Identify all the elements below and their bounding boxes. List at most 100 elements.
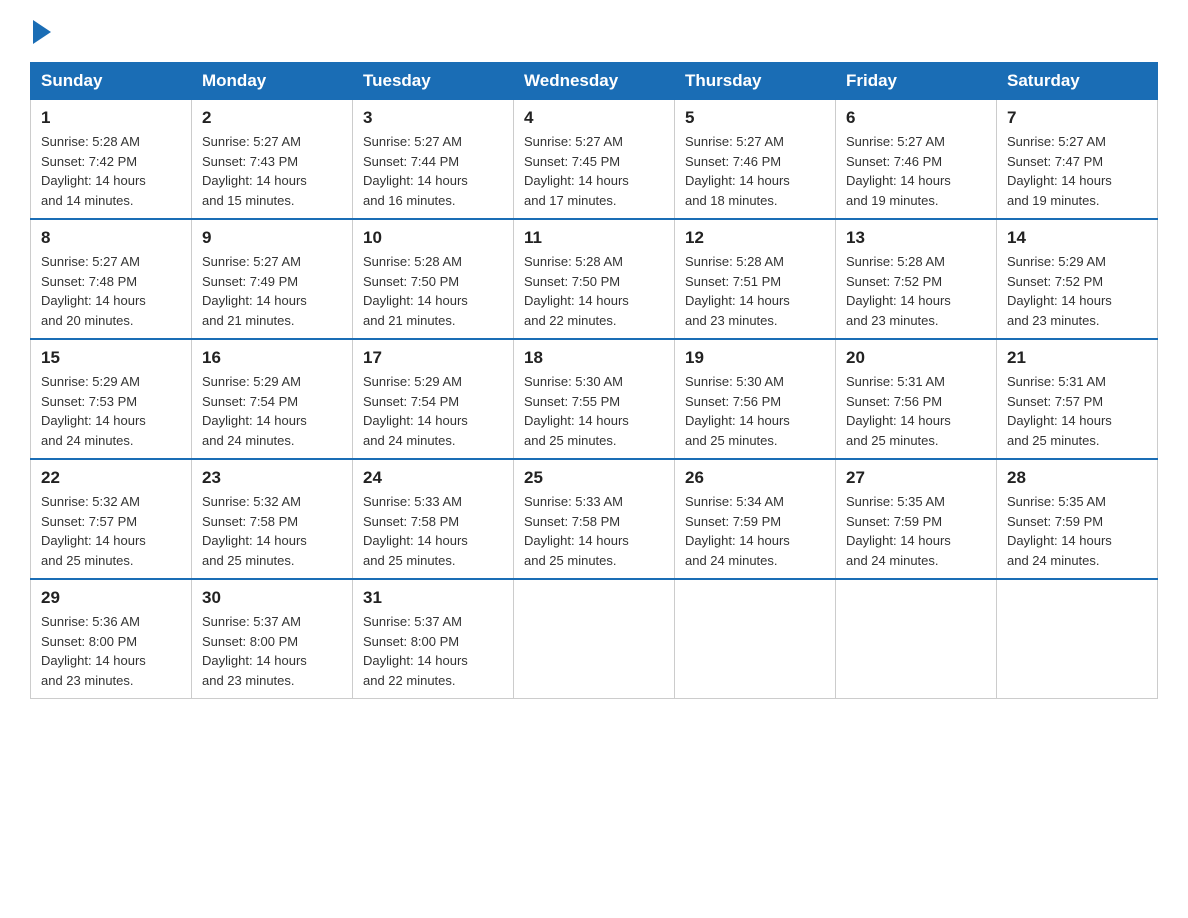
day-info: Sunrise: 5:27 AMSunset: 7:47 PMDaylight:… [1007, 134, 1112, 208]
calendar-cell [997, 579, 1158, 699]
day-info: Sunrise: 5:27 AMSunset: 7:48 PMDaylight:… [41, 254, 146, 328]
weekday-header-saturday: Saturday [997, 63, 1158, 100]
calendar-cell [836, 579, 997, 699]
calendar-cell: 2 Sunrise: 5:27 AMSunset: 7:43 PMDayligh… [192, 100, 353, 220]
day-info: Sunrise: 5:37 AMSunset: 8:00 PMDaylight:… [363, 614, 468, 688]
calendar-cell [675, 579, 836, 699]
day-number: 4 [524, 108, 664, 128]
calendar-cell: 31 Sunrise: 5:37 AMSunset: 8:00 PMDaylig… [353, 579, 514, 699]
weekday-header-tuesday: Tuesday [353, 63, 514, 100]
calendar-cell [514, 579, 675, 699]
day-number: 15 [41, 348, 181, 368]
calendar-week-row: 29 Sunrise: 5:36 AMSunset: 8:00 PMDaylig… [31, 579, 1158, 699]
weekday-header-wednesday: Wednesday [514, 63, 675, 100]
calendar-cell: 25 Sunrise: 5:33 AMSunset: 7:58 PMDaylig… [514, 459, 675, 579]
day-number: 9 [202, 228, 342, 248]
day-number: 16 [202, 348, 342, 368]
calendar-week-row: 15 Sunrise: 5:29 AMSunset: 7:53 PMDaylig… [31, 339, 1158, 459]
day-number: 7 [1007, 108, 1147, 128]
calendar-cell: 9 Sunrise: 5:27 AMSunset: 7:49 PMDayligh… [192, 219, 353, 339]
calendar-cell: 12 Sunrise: 5:28 AMSunset: 7:51 PMDaylig… [675, 219, 836, 339]
day-info: Sunrise: 5:35 AMSunset: 7:59 PMDaylight:… [1007, 494, 1112, 568]
logo [30, 20, 51, 44]
day-info: Sunrise: 5:35 AMSunset: 7:59 PMDaylight:… [846, 494, 951, 568]
calendar-cell: 28 Sunrise: 5:35 AMSunset: 7:59 PMDaylig… [997, 459, 1158, 579]
day-number: 3 [363, 108, 503, 128]
day-info: Sunrise: 5:27 AMSunset: 7:44 PMDaylight:… [363, 134, 468, 208]
calendar-cell: 7 Sunrise: 5:27 AMSunset: 7:47 PMDayligh… [997, 100, 1158, 220]
weekday-header-thursday: Thursday [675, 63, 836, 100]
day-info: Sunrise: 5:32 AMSunset: 7:58 PMDaylight:… [202, 494, 307, 568]
weekday-header-row: SundayMondayTuesdayWednesdayThursdayFrid… [31, 63, 1158, 100]
day-number: 8 [41, 228, 181, 248]
calendar-week-row: 1 Sunrise: 5:28 AMSunset: 7:42 PMDayligh… [31, 100, 1158, 220]
day-info: Sunrise: 5:28 AMSunset: 7:52 PMDaylight:… [846, 254, 951, 328]
day-number: 10 [363, 228, 503, 248]
day-info: Sunrise: 5:27 AMSunset: 7:46 PMDaylight:… [846, 134, 951, 208]
day-number: 20 [846, 348, 986, 368]
day-number: 17 [363, 348, 503, 368]
weekday-header-friday: Friday [836, 63, 997, 100]
day-info: Sunrise: 5:31 AMSunset: 7:57 PMDaylight:… [1007, 374, 1112, 448]
day-number: 25 [524, 468, 664, 488]
day-number: 18 [524, 348, 664, 368]
page-header [30, 20, 1158, 44]
day-number: 19 [685, 348, 825, 368]
calendar-cell: 6 Sunrise: 5:27 AMSunset: 7:46 PMDayligh… [836, 100, 997, 220]
day-info: Sunrise: 5:27 AMSunset: 7:43 PMDaylight:… [202, 134, 307, 208]
day-number: 30 [202, 588, 342, 608]
day-info: Sunrise: 5:27 AMSunset: 7:49 PMDaylight:… [202, 254, 307, 328]
day-info: Sunrise: 5:29 AMSunset: 7:54 PMDaylight:… [202, 374, 307, 448]
calendar-cell: 24 Sunrise: 5:33 AMSunset: 7:58 PMDaylig… [353, 459, 514, 579]
calendar-cell: 22 Sunrise: 5:32 AMSunset: 7:57 PMDaylig… [31, 459, 192, 579]
calendar-week-row: 8 Sunrise: 5:27 AMSunset: 7:48 PMDayligh… [31, 219, 1158, 339]
calendar-cell: 23 Sunrise: 5:32 AMSunset: 7:58 PMDaylig… [192, 459, 353, 579]
calendar-cell: 29 Sunrise: 5:36 AMSunset: 8:00 PMDaylig… [31, 579, 192, 699]
weekday-header-monday: Monday [192, 63, 353, 100]
day-info: Sunrise: 5:37 AMSunset: 8:00 PMDaylight:… [202, 614, 307, 688]
calendar-cell: 21 Sunrise: 5:31 AMSunset: 7:57 PMDaylig… [997, 339, 1158, 459]
day-number: 23 [202, 468, 342, 488]
day-number: 13 [846, 228, 986, 248]
calendar-cell: 10 Sunrise: 5:28 AMSunset: 7:50 PMDaylig… [353, 219, 514, 339]
calendar-cell: 4 Sunrise: 5:27 AMSunset: 7:45 PMDayligh… [514, 100, 675, 220]
calendar-cell: 11 Sunrise: 5:28 AMSunset: 7:50 PMDaylig… [514, 219, 675, 339]
day-info: Sunrise: 5:32 AMSunset: 7:57 PMDaylight:… [41, 494, 146, 568]
calendar-cell: 5 Sunrise: 5:27 AMSunset: 7:46 PMDayligh… [675, 100, 836, 220]
day-number: 29 [41, 588, 181, 608]
day-number: 22 [41, 468, 181, 488]
day-number: 1 [41, 108, 181, 128]
calendar-week-row: 22 Sunrise: 5:32 AMSunset: 7:57 PMDaylig… [31, 459, 1158, 579]
day-number: 6 [846, 108, 986, 128]
day-info: Sunrise: 5:28 AMSunset: 7:50 PMDaylight:… [363, 254, 468, 328]
calendar-cell: 30 Sunrise: 5:37 AMSunset: 8:00 PMDaylig… [192, 579, 353, 699]
day-info: Sunrise: 5:29 AMSunset: 7:52 PMDaylight:… [1007, 254, 1112, 328]
calendar-table: SundayMondayTuesdayWednesdayThursdayFrid… [30, 62, 1158, 699]
day-info: Sunrise: 5:33 AMSunset: 7:58 PMDaylight:… [363, 494, 468, 568]
day-number: 26 [685, 468, 825, 488]
day-info: Sunrise: 5:29 AMSunset: 7:53 PMDaylight:… [41, 374, 146, 448]
day-number: 12 [685, 228, 825, 248]
day-number: 21 [1007, 348, 1147, 368]
day-info: Sunrise: 5:31 AMSunset: 7:56 PMDaylight:… [846, 374, 951, 448]
day-info: Sunrise: 5:28 AMSunset: 7:42 PMDaylight:… [41, 134, 146, 208]
calendar-cell: 3 Sunrise: 5:27 AMSunset: 7:44 PMDayligh… [353, 100, 514, 220]
calendar-cell: 20 Sunrise: 5:31 AMSunset: 7:56 PMDaylig… [836, 339, 997, 459]
day-info: Sunrise: 5:27 AMSunset: 7:46 PMDaylight:… [685, 134, 790, 208]
day-number: 28 [1007, 468, 1147, 488]
calendar-cell: 26 Sunrise: 5:34 AMSunset: 7:59 PMDaylig… [675, 459, 836, 579]
day-number: 5 [685, 108, 825, 128]
day-number: 14 [1007, 228, 1147, 248]
weekday-header-sunday: Sunday [31, 63, 192, 100]
calendar-cell: 27 Sunrise: 5:35 AMSunset: 7:59 PMDaylig… [836, 459, 997, 579]
logo-arrow-icon [33, 20, 51, 44]
calendar-cell: 8 Sunrise: 5:27 AMSunset: 7:48 PMDayligh… [31, 219, 192, 339]
calendar-cell: 16 Sunrise: 5:29 AMSunset: 7:54 PMDaylig… [192, 339, 353, 459]
day-number: 11 [524, 228, 664, 248]
day-info: Sunrise: 5:36 AMSunset: 8:00 PMDaylight:… [41, 614, 146, 688]
day-info: Sunrise: 5:33 AMSunset: 7:58 PMDaylight:… [524, 494, 629, 568]
calendar-cell: 17 Sunrise: 5:29 AMSunset: 7:54 PMDaylig… [353, 339, 514, 459]
calendar-cell: 13 Sunrise: 5:28 AMSunset: 7:52 PMDaylig… [836, 219, 997, 339]
day-info: Sunrise: 5:30 AMSunset: 7:56 PMDaylight:… [685, 374, 790, 448]
calendar-cell: 15 Sunrise: 5:29 AMSunset: 7:53 PMDaylig… [31, 339, 192, 459]
